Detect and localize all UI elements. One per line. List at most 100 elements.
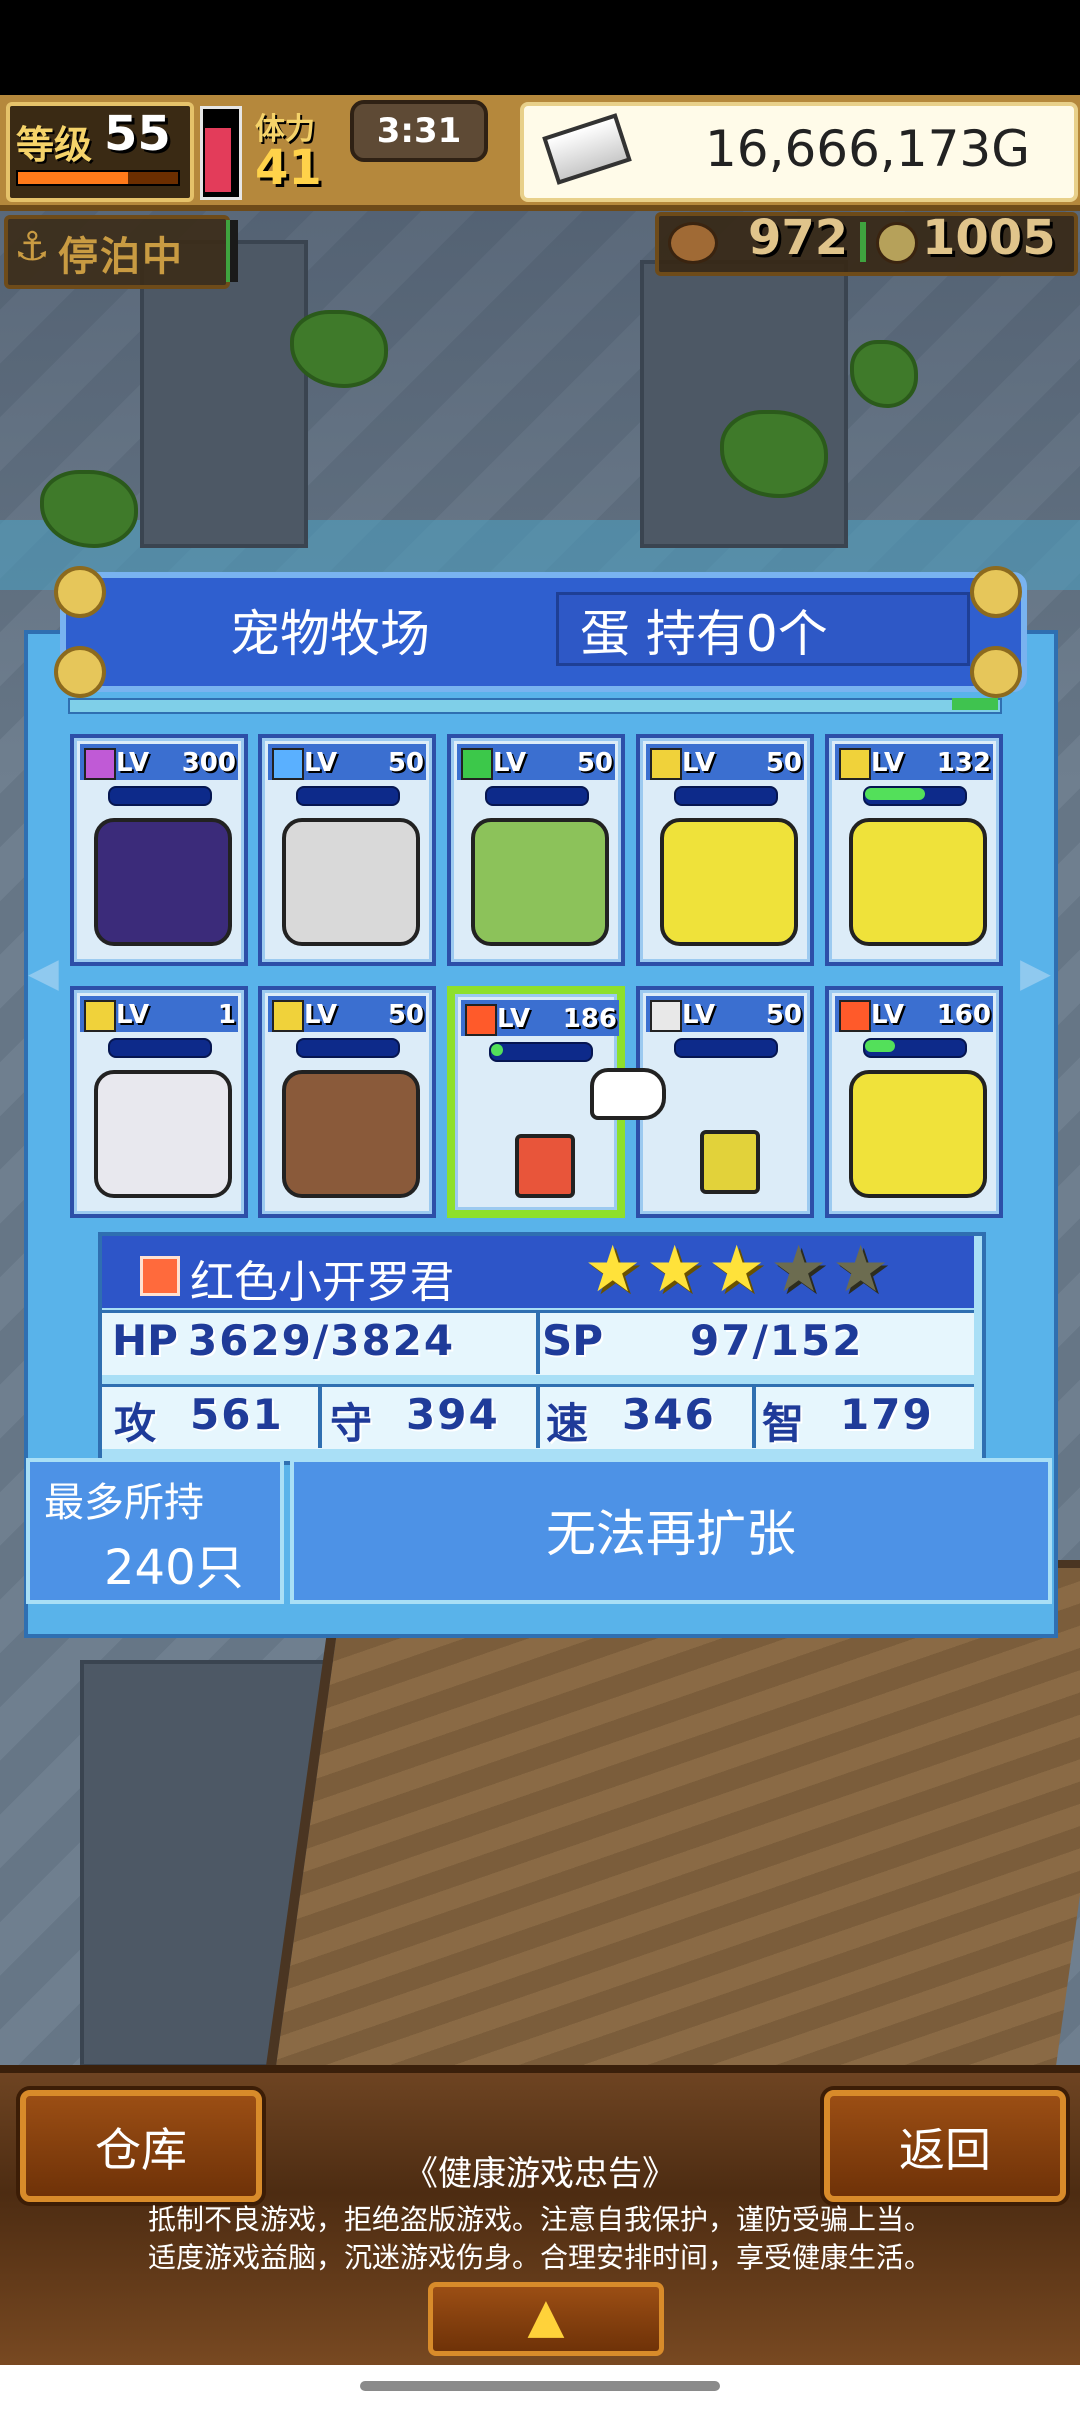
- star-filled-icon: ★: [584, 1233, 642, 1307]
- pet-name: 红色小开罗君: [190, 1257, 454, 1308]
- element-icon: [84, 1000, 116, 1032]
- int-value: 179: [840, 1390, 934, 1439]
- gold-value: 16,666,173G: [704, 120, 1030, 178]
- resource1-value: 972: [748, 210, 849, 266]
- star-filled-icon: ★: [708, 1233, 766, 1307]
- element-icon: [650, 748, 682, 780]
- divider: [318, 1384, 322, 1448]
- pointer-hand-icon: [590, 1068, 666, 1120]
- pet-hp-bar: [296, 1038, 400, 1058]
- hp-label: HP: [112, 1316, 178, 1365]
- pet-card[interactable]: LV 300: [70, 734, 248, 966]
- pet-level: 186: [562, 1004, 617, 1034]
- pet-level-label: LV: [497, 1004, 531, 1034]
- pet-list-scrollbar[interactable]: [68, 698, 1002, 714]
- star-empty-icon: ★: [832, 1233, 890, 1307]
- up-arrow-icon: ▲: [527, 2288, 565, 2344]
- scrollbar-thumb[interactable]: [952, 698, 998, 710]
- pet-sprite: [660, 818, 798, 946]
- pet-level-label: LV: [682, 748, 716, 778]
- home-indicator[interactable]: [360, 2381, 720, 2391]
- int-label: 智: [762, 1399, 805, 1448]
- coin-icon: [876, 222, 918, 264]
- dock-progress-bar: [226, 220, 238, 282]
- pet-hp-bar: [296, 786, 400, 806]
- header-corner-ornament: [54, 566, 106, 618]
- def-value: 394: [406, 1390, 500, 1439]
- pet-hp-bar: [108, 786, 212, 806]
- pet-card[interactable]: LV 50: [258, 986, 436, 1218]
- pet-card[interactable]: LV 160: [825, 986, 1003, 1218]
- pet-level: 160: [936, 1000, 991, 1030]
- atk-value: 561: [190, 1390, 284, 1439]
- pet-hp-bar: [674, 786, 778, 806]
- pet-sprite: [282, 818, 420, 946]
- dock-status-label: 停泊中: [58, 234, 184, 280]
- pet-level-label: LV: [116, 748, 150, 778]
- pet-card[interactable]: LV 50: [636, 734, 814, 966]
- stamina-timer: 3:31: [350, 100, 488, 162]
- divider: [536, 1310, 540, 1374]
- divider: [536, 1384, 540, 1448]
- page-left-arrow-icon[interactable]: ◀: [28, 950, 59, 996]
- hp-value: 3629/3824: [188, 1316, 456, 1365]
- exp-bar-fill: [18, 172, 128, 184]
- pet-hp-bar-fill: [865, 788, 925, 800]
- resource-separator: [860, 222, 866, 262]
- pet-level: 300: [181, 748, 236, 778]
- element-icon: [839, 1000, 871, 1032]
- pet-sprite: [700, 1130, 760, 1194]
- fire-element-icon: [140, 1256, 180, 1296]
- health-notice-line1: 抵制不良游戏，拒绝盗版游戏。注意自我保护，谨防受骗上当。: [147, 2203, 932, 2236]
- pet-level: 50: [387, 1000, 424, 1030]
- pet-sprite: [849, 1070, 987, 1198]
- pet-hp-bar-fill: [491, 1044, 503, 1056]
- pet-sprite: [471, 818, 609, 946]
- star-empty-icon: ★: [770, 1233, 828, 1307]
- pet-hp-bar: [485, 786, 589, 806]
- pet-level-label: LV: [682, 1000, 716, 1030]
- pet-level-label: LV: [871, 748, 905, 778]
- element-icon: [272, 748, 304, 780]
- pet-card[interactable]: LV 50: [258, 734, 436, 966]
- pet-sprite: [515, 1134, 575, 1198]
- health-notice-line2: 适度游戏益脑，沉迷游戏伤身。合理安排时间，享受健康生活。: [147, 2241, 932, 2274]
- element-icon: [839, 748, 871, 780]
- pet-sprite: [849, 818, 987, 946]
- stamina-gauge-fill: [205, 128, 231, 192]
- pet-level: 1: [217, 1000, 236, 1030]
- pet-level: 50: [387, 748, 424, 778]
- pet-level-label: LV: [871, 1000, 905, 1030]
- pet-level: 50: [765, 748, 802, 778]
- stamina-value: 41: [255, 140, 322, 196]
- element-icon: [650, 1000, 682, 1032]
- pet-card[interactable]: LV 132: [825, 734, 1003, 966]
- pet-sprite: [282, 1070, 420, 1198]
- star-filled-icon: ★: [646, 1233, 704, 1307]
- capacity-value: 240只: [104, 1540, 244, 1596]
- pet-level-label: LV: [493, 748, 527, 778]
- egg-status-label: 蛋 持有0个: [580, 605, 828, 663]
- pet-hp-bar-fill: [865, 1040, 895, 1052]
- header-corner-ornament: [970, 566, 1022, 618]
- page-right-arrow-icon[interactable]: ▶: [1020, 950, 1051, 996]
- ship-deck: [262, 1560, 1080, 2088]
- health-notice-title: 《健康游戏忠告》: [404, 2154, 676, 2194]
- pet-card[interactable]: LV 1: [70, 986, 248, 1218]
- pet-sprite: [94, 1070, 232, 1198]
- anchor-icon: ⚓: [14, 224, 50, 270]
- pet-hp-bar: [674, 1038, 778, 1058]
- pet-hp-bar: [108, 1038, 212, 1058]
- divider: [752, 1384, 756, 1448]
- def-label: 守: [330, 1399, 373, 1448]
- pet-level: 50: [576, 748, 613, 778]
- element-icon: [272, 1000, 304, 1032]
- meat-icon: [668, 222, 718, 264]
- element-icon: [465, 1004, 497, 1036]
- header-corner-ornament: [54, 646, 106, 698]
- level-value: 55: [104, 106, 171, 162]
- header-corner-ornament: [970, 646, 1022, 698]
- pet-card[interactable]: LV 50: [447, 734, 625, 966]
- atk-label: 攻: [114, 1399, 157, 1448]
- castle-tower: [640, 260, 848, 548]
